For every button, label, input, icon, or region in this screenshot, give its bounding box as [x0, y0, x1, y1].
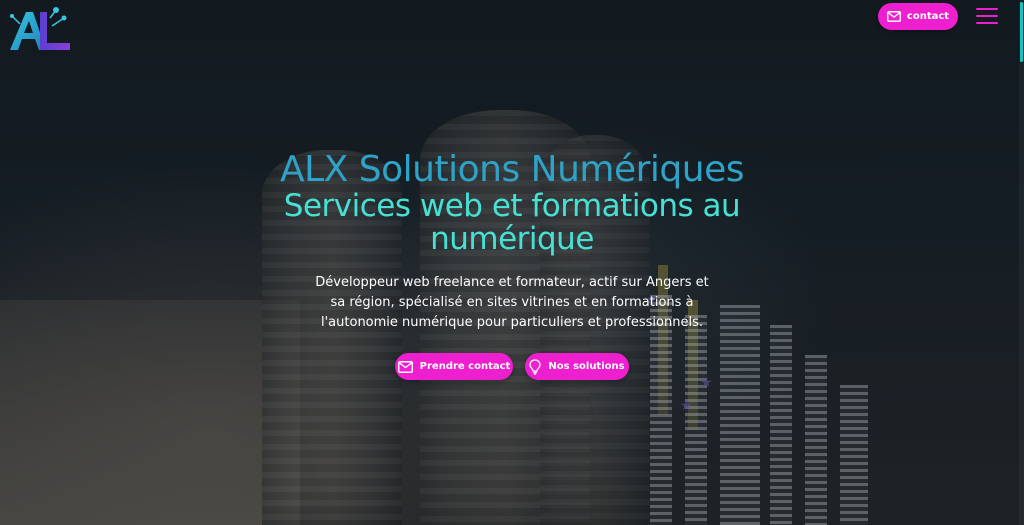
hero-title: ALX Solutions Numériques — [280, 149, 744, 190]
envelope-icon — [397, 360, 413, 373]
menu-line — [976, 15, 998, 17]
star-decoration-icon: ★ — [680, 398, 693, 414]
lightbulb-icon — [529, 358, 542, 375]
hero-subtitle: Services web et formations au numérique — [283, 188, 741, 257]
menu-line — [976, 8, 998, 10]
page: ★ ★ ★ contact ALX Solutions Numériques S… — [0, 0, 1024, 525]
nos-solutions-button[interactable]: Nos solutions — [525, 353, 629, 380]
hero-section: ALX Solutions Numériques Services web et… — [262, 150, 762, 380]
logo-icon — [10, 7, 70, 50]
light-strip — [770, 325, 792, 525]
hero-description: Développeur web freelance et formateur, … — [315, 275, 709, 330]
castle-wall — [0, 300, 300, 525]
scrollbar[interactable] — [1019, 0, 1024, 525]
nos-solutions-label: Nos solutions — [548, 361, 625, 372]
prendre-contact-button[interactable]: Prendre contact — [395, 353, 513, 380]
site-logo[interactable] — [6, 4, 72, 54]
envelope-icon — [886, 11, 901, 22]
menu-line — [976, 22, 998, 24]
header-contact-button[interactable]: contact — [878, 3, 958, 30]
scrollbar-thumb[interactable] — [1020, 2, 1023, 62]
hamburger-menu-icon[interactable] — [976, 7, 998, 25]
hero-buttons: Prendre contact Nos solutions — [262, 353, 762, 380]
light-strip — [805, 355, 827, 525]
light-strip — [840, 385, 868, 525]
prendre-contact-label: Prendre contact — [419, 361, 511, 372]
header-contact-label: contact — [906, 11, 950, 22]
